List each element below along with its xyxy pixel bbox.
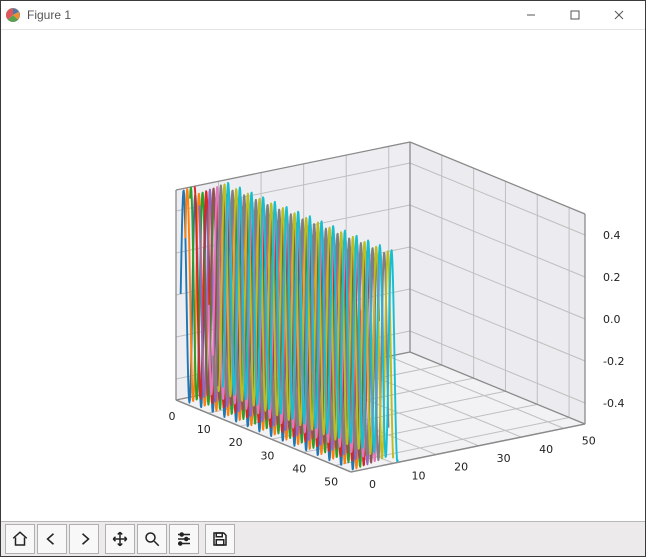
matplotlib-icon [5,7,21,23]
home-button[interactable] [5,524,35,554]
window-title: Figure 1 [27,8,71,22]
configure-button[interactable] [169,524,199,554]
chart-area[interactable]: 0 10 20 30 40 50 0 10 20 30 40 50 -0.4 -0.2 0.0 0.2 0.4 [1,30,645,521]
chart-3d: 0 10 20 30 40 50 0 10 20 30 40 50 -0.4 -0.2 0.0 0.2 0.4 [1,30,645,521]
maximize-button[interactable] [553,1,597,29]
z-tick: 0.0 [603,313,621,326]
x-tick: 30 [260,449,274,462]
y-tick: 50 [582,434,596,447]
y-tick: 0 [369,478,376,491]
toolbar [1,521,645,556]
z-tick: -0.4 [603,397,624,410]
titlebar: Figure 1 [1,1,645,30]
z-tick: -0.2 [603,355,624,368]
y-tick: 30 [497,452,511,465]
save-button[interactable] [205,524,235,554]
minimize-button[interactable] [509,1,553,29]
z-tick: 0.2 [603,271,621,284]
x-tick: 0 [169,410,176,423]
x-tick: 40 [292,462,306,475]
back-button[interactable] [37,524,67,554]
y-tick: 10 [412,469,426,482]
forward-button[interactable] [69,524,99,554]
figure-window: Figure 1 0102030405001020304050-0.4-0.20… [0,0,646,557]
x-tick: 50 [324,475,338,488]
y-tick: 20 [454,461,468,474]
zoom-button[interactable] [137,524,167,554]
x-tick: 10 [197,423,211,436]
x-tick: 20 [229,436,243,449]
y-tick: 40 [539,443,553,456]
z-tick: 0.4 [603,229,621,242]
close-button[interactable] [597,1,641,29]
pan-button[interactable] [105,524,135,554]
